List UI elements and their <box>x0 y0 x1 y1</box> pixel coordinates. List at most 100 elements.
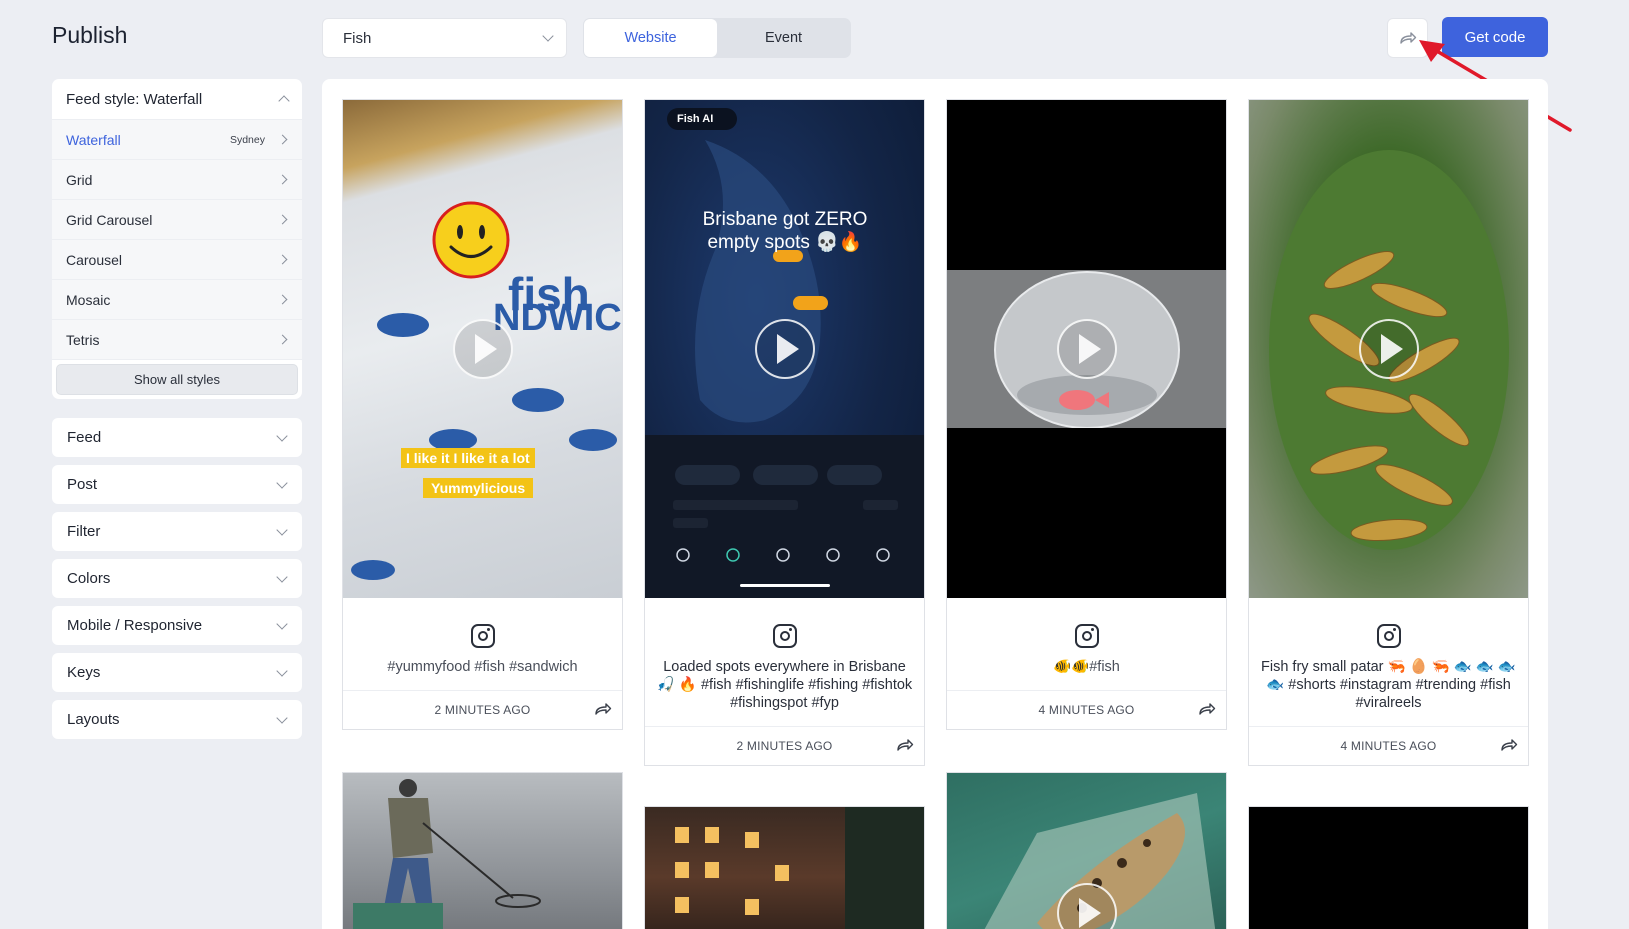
style-item-tetris[interactable]: Tetris <box>52 320 302 360</box>
post-media[interactable] <box>645 807 924 929</box>
chevron-down-icon <box>276 711 288 724</box>
feed-style-title: Feed style: Waterfall <box>66 90 203 108</box>
style-badge: Sydney <box>229 133 265 146</box>
style-item-label: Tetris <box>66 331 100 348</box>
post-media[interactable] <box>1249 100 1528 598</box>
svg-text:NDWIC: NDWIC <box>493 297 622 339</box>
post-media[interactable] <box>1249 807 1528 929</box>
chevron-down-icon <box>276 523 288 536</box>
chevron-down-icon <box>276 664 288 677</box>
post-caption: Fish fry small patar 🦐 🥚 🦐 🐟 🐟 🐟 🐟 #shor… <box>1261 659 1516 711</box>
tab-website[interactable]: Website <box>584 19 717 57</box>
post-time: 4 MINUTES AGO <box>1340 739 1437 753</box>
post-card[interactable]: fish NDWIC I like it I like it a lot Yum… <box>342 99 623 730</box>
source-select[interactable]: Fish <box>322 18 567 58</box>
post-card[interactable] <box>946 772 1227 929</box>
chevron-right-icon <box>277 294 288 305</box>
fisherman-image <box>353 779 541 929</box>
post-media[interactable]: Fish AI Brisbane got ZERO empty spots 💀🔥 <box>645 100 924 598</box>
post-card[interactable] <box>1248 806 1529 929</box>
post-media[interactable]: fish NDWIC I like it I like it a lot Yum… <box>343 100 622 598</box>
play-icon[interactable] <box>452 319 513 379</box>
chevron-right-icon <box>277 334 288 345</box>
post-card[interactable] <box>342 772 623 929</box>
post-time: 4 MINUTES AGO <box>1038 703 1135 717</box>
post-caption: #yummyfood #fish #sandwich <box>387 659 578 675</box>
post-card[interactable]: 🐠🐠#fish 4 MINUTES AGO <box>946 99 1227 730</box>
instagram-icon <box>470 624 495 648</box>
style-item-label: Waterfall <box>66 131 121 148</box>
section-label: Filter <box>67 523 101 540</box>
section-post[interactable]: Post <box>52 465 302 504</box>
chevron-down-icon <box>276 476 288 489</box>
style-item-label: Carousel <box>66 251 123 268</box>
section-keys[interactable]: Keys <box>52 653 302 692</box>
style-item-grid[interactable]: Grid <box>52 160 302 200</box>
section-feed[interactable]: Feed <box>52 418 302 457</box>
post-body: 🐠🐠#fish <box>947 598 1226 690</box>
style-item-label: Mosaic <box>66 291 111 308</box>
post-caption: 🐠🐠#fish <box>1053 659 1120 675</box>
post-media[interactable] <box>947 100 1226 598</box>
section-layouts[interactable]: Layouts <box>52 700 302 739</box>
overlay-headline: Brisbane got ZERO empty spots 💀🔥 <box>702 209 868 253</box>
app-name: Fish AI <box>677 113 714 125</box>
overlay-text: I like it I like it a lot <box>401 448 535 468</box>
post-caption: Loaded spots everywhere in Brisbane 🎣 🔥 … <box>656 659 913 711</box>
style-item-label: Grid <box>66 171 93 188</box>
post-card[interactable]: Fish fry small patar 🦐 🥚 🦐 🐟 🐟 🐟 🐟 #shor… <box>1248 99 1529 766</box>
show-all-styles-button[interactable]: Show all styles <box>56 364 298 395</box>
chevron-down-icon <box>542 30 554 42</box>
post-time: 2 MINUTES AGO <box>736 739 833 753</box>
smiley-sticker-icon <box>432 201 510 279</box>
post-time: 2 MINUTES AGO <box>434 703 531 717</box>
building-night-image <box>675 807 924 929</box>
chevron-right-icon <box>277 254 288 265</box>
chevron-right-icon <box>277 214 288 225</box>
share-arrow-icon[interactable] <box>896 738 914 752</box>
play-icon[interactable] <box>1358 319 1419 379</box>
share-arrow-icon[interactable] <box>1500 738 1518 752</box>
share-arrow-icon[interactable] <box>594 702 612 716</box>
chevron-right-icon <box>277 134 288 145</box>
feed-style-header[interactable]: Feed style: Waterfall <box>52 79 302 120</box>
post-media[interactable] <box>947 773 1226 929</box>
section-label: Feed <box>67 429 102 446</box>
chevron-right-icon <box>277 174 288 185</box>
mode-toggle: Website Event <box>583 18 851 58</box>
section-label: Mobile / Responsive <box>67 617 203 634</box>
feed-style-panel: Feed style: Waterfall Waterfall Sydney G… <box>52 79 302 399</box>
style-item-carousel[interactable]: Carousel <box>52 240 302 280</box>
section-filter[interactable]: Filter <box>52 512 302 551</box>
post-card[interactable]: Fish AI Brisbane got ZERO empty spots 💀🔥… <box>644 99 925 766</box>
section-colors[interactable]: Colors <box>52 559 302 598</box>
chevron-up-icon <box>278 95 290 107</box>
feed-preview: fish NDWIC I like it I like it a lot Yum… <box>322 79 1548 929</box>
post-media[interactable] <box>343 773 622 929</box>
instagram-icon <box>1376 624 1401 648</box>
share-arrow-icon[interactable] <box>1198 702 1216 716</box>
section-mobile-responsive[interactable]: Mobile / Responsive <box>52 606 302 645</box>
style-item-label: Grid Carousel <box>66 211 153 228</box>
chevron-down-icon <box>276 570 288 583</box>
post-footer: 4 MINUTES AGO <box>947 690 1226 729</box>
post-body: #yummyfood #fish #sandwich <box>343 598 622 690</box>
section-label: Keys <box>67 664 101 681</box>
source-select-value: Fish <box>343 29 372 47</box>
overlay-text: Yummylicious <box>423 478 534 498</box>
style-item-mosaic[interactable]: Mosaic <box>52 280 302 320</box>
post-body: Loaded spots everywhere in Brisbane 🎣 🔥 … <box>645 598 924 726</box>
instagram-icon <box>772 624 797 648</box>
share-arrow-icon <box>1399 32 1416 44</box>
post-body: Fish fry small patar 🦐 🥚 🦐 🐟 🐟 🐟 🐟 #shor… <box>1249 598 1528 726</box>
instagram-icon <box>1074 624 1099 648</box>
chevron-down-icon <box>276 617 288 630</box>
play-icon[interactable] <box>754 319 815 379</box>
style-item-grid-carousel[interactable]: Grid Carousel <box>52 200 302 240</box>
play-icon[interactable] <box>1056 319 1117 379</box>
post-footer: 2 MINUTES AGO <box>343 690 622 729</box>
post-card[interactable] <box>644 806 925 929</box>
chevron-down-icon <box>276 429 288 442</box>
tab-event[interactable]: Event <box>717 19 850 57</box>
style-item-waterfall[interactable]: Waterfall Sydney <box>52 120 302 160</box>
